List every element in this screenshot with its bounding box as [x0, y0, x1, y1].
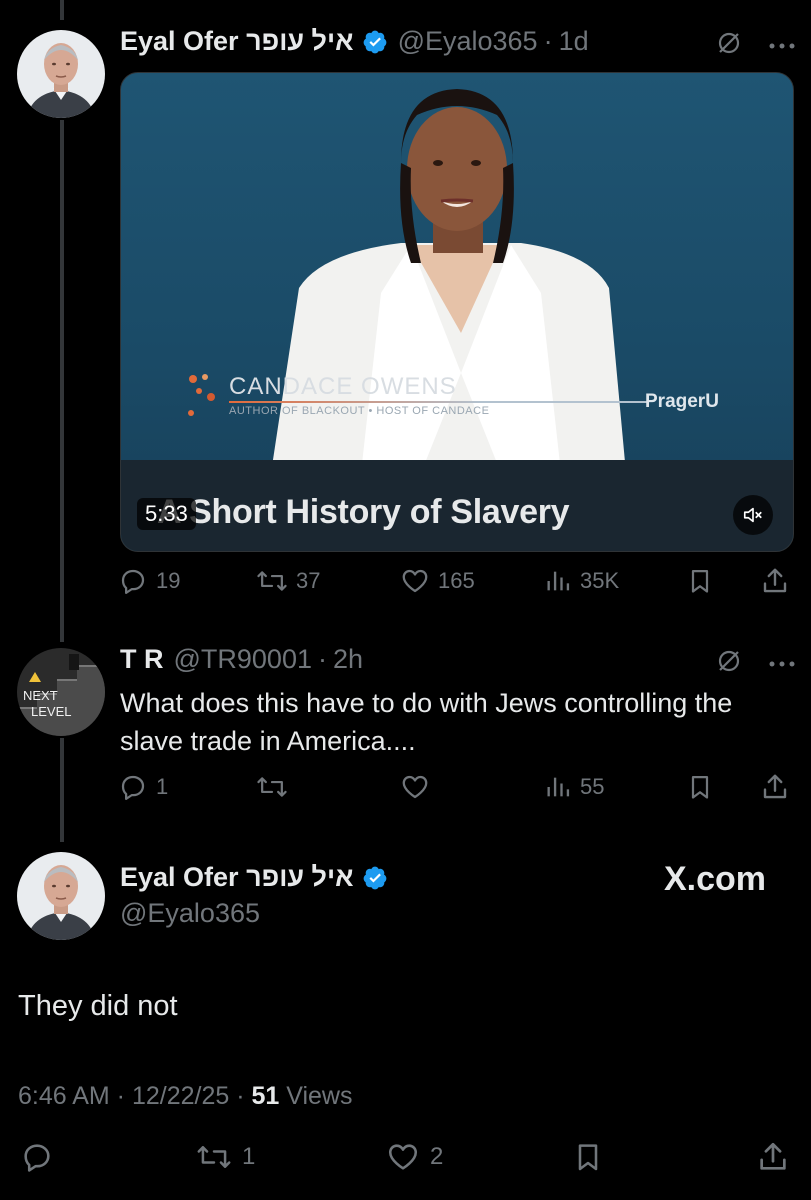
- repost-icon: [257, 777, 287, 797]
- avatar-eyal-ofer[interactable]: [17, 30, 105, 118]
- repost-count: 1: [242, 1143, 256, 1170]
- reply-count: 1: [156, 774, 169, 799]
- post3-header: Eyal Ofer איל עופר: [120, 862, 388, 893]
- post2-time[interactable]: 2h: [333, 644, 363, 675]
- bookmark-icon: [578, 1144, 598, 1171]
- x-com-logo: X.com: [664, 860, 766, 899]
- post3-views-count: 51: [251, 1082, 280, 1110]
- post3-meta: 6:46 AM · 12/22/25 · 51 Views: [18, 1082, 352, 1111]
- lower-third-dots-icon: [188, 374, 215, 416]
- post2-action-bar: 1 55: [118, 772, 794, 812]
- like-button[interactable]: [400, 772, 430, 802]
- views-count: 35K: [580, 568, 620, 593]
- post1-time[interactable]: 1d: [559, 26, 589, 57]
- grok-icon[interactable]: [716, 648, 742, 679]
- like-button[interactable]: 165: [400, 566, 475, 596]
- repost-count: 37: [296, 568, 321, 593]
- bookmark-button[interactable]: [572, 1140, 604, 1174]
- prageru-logo: PragerU: [645, 391, 719, 412]
- post2-text: What does this have to do with Jews cont…: [120, 688, 733, 756]
- reply-button[interactable]: 19: [118, 566, 180, 596]
- share-icon: [763, 568, 787, 593]
- grok-icon[interactable]: [716, 30, 742, 61]
- reply-button[interactable]: 1: [118, 772, 168, 802]
- post3-handle-row: @Eyalo365: [120, 898, 260, 929]
- views-button[interactable]: 55: [544, 772, 604, 802]
- share-button[interactable]: [760, 772, 790, 802]
- lower-third-name: CANDACE OWENS: [229, 373, 457, 400]
- post2-handle[interactable]: @TR90001: [174, 644, 312, 675]
- reply-icon: [121, 775, 145, 800]
- avatar-tr[interactable]: NEXT LEVEL: [17, 648, 105, 736]
- avatar-next-text: NEXT: [23, 688, 58, 703]
- post3-handle[interactable]: @Eyalo365: [120, 898, 260, 929]
- post3-text: They did not: [18, 990, 178, 1022]
- post1-header: Eyal Ofer איל עופר @Eyalo365 · 1d: [120, 26, 589, 57]
- views-chart-icon: [547, 777, 570, 797]
- video-player[interactable]: CANDACE OWENS AUTHOR OF BLACKOUT • HOST …: [120, 72, 794, 552]
- share-button[interactable]: [756, 1140, 790, 1174]
- mute-button[interactable]: [733, 495, 773, 535]
- muted-speaker-icon: [743, 507, 762, 523]
- thread-line-top: [60, 0, 64, 20]
- post3-action-bar: 1 2: [0, 1140, 811, 1180]
- x-logo-text: X.com: [664, 860, 767, 898]
- views-chart-icon: [547, 571, 570, 591]
- reply-icon: [24, 1144, 50, 1172]
- post1-handle[interactable]: @Eyalo365: [398, 26, 538, 57]
- lower-third-subtitle: AUTHOR OF BLACKOUT • HOST OF CANDACE: [229, 405, 490, 417]
- repost-button[interactable]: 37: [256, 566, 320, 596]
- thread-line-2: [60, 738, 64, 842]
- post2-author-name[interactable]: T R: [120, 644, 164, 675]
- bookmark-button[interactable]: [686, 566, 714, 596]
- share-icon: [760, 1142, 786, 1170]
- post1-separator: ·: [543, 26, 553, 56]
- avatar-eyal-ofer[interactable]: [17, 852, 105, 940]
- more-options-icon[interactable]: [768, 37, 796, 55]
- heart-icon: [402, 775, 428, 799]
- heart-icon: [402, 569, 428, 593]
- repost-icon: [197, 1146, 231, 1168]
- post1-action-bar: 19 37 165 35K: [118, 566, 794, 606]
- views-count: 55: [580, 774, 605, 799]
- post3-author-name[interactable]: Eyal Ofer איל עופר: [120, 862, 354, 893]
- repost-button[interactable]: 1: [196, 1140, 255, 1174]
- verified-badge-icon: [362, 865, 388, 891]
- repost-button[interactable]: [256, 772, 288, 802]
- reply-icon: [121, 569, 145, 594]
- like-count: 165: [438, 568, 475, 593]
- video-duration: 5:33: [137, 498, 196, 530]
- views-button[interactable]: 35K: [544, 566, 619, 596]
- share-icon: [763, 774, 787, 799]
- more-options-icon[interactable]: [768, 655, 796, 673]
- lower-third-line: [229, 401, 649, 403]
- post3-timestamp[interactable]: 6:46 AM · 12/22/25 ·: [18, 1082, 251, 1110]
- avatar-level-text: LEVEL: [31, 704, 71, 719]
- reply-count: 19: [156, 568, 181, 593]
- like-button[interactable]: 2: [386, 1140, 443, 1174]
- bookmark-button[interactable]: [686, 772, 714, 802]
- post3-views-label: Views: [279, 1082, 353, 1110]
- thread-line-1: [60, 120, 64, 642]
- share-button[interactable]: [760, 566, 790, 596]
- post1-author-name[interactable]: Eyal Ofer איל עופר: [120, 26, 354, 57]
- post2-header: T R @TR90001 · 2h: [120, 644, 363, 675]
- post2-separator: ·: [317, 644, 327, 674]
- verified-badge-icon: [362, 29, 388, 55]
- video-title: A Short History of Slavery: [157, 493, 570, 531]
- bookmark-icon: [691, 569, 709, 593]
- like-count: 2: [430, 1143, 444, 1170]
- post2-top-icons: [716, 648, 796, 679]
- repost-icon: [257, 571, 287, 591]
- bookmark-icon: [691, 775, 709, 799]
- post1-top-icons: [716, 30, 796, 61]
- heart-icon: [388, 1144, 418, 1170]
- reply-button[interactable]: [20, 1140, 54, 1174]
